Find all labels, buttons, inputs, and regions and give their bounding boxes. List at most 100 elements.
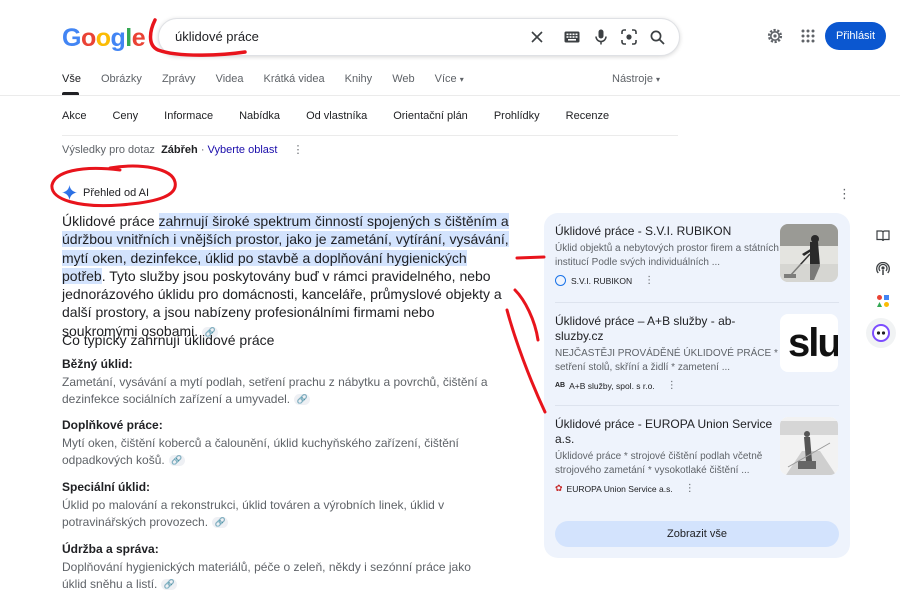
tools-button[interactable]: Nástroje ▾ (612, 73, 660, 85)
annotation-line-source2 (513, 288, 540, 342)
tab-books[interactable]: Knihy (345, 73, 373, 85)
source-site-name: A+B služby, spol. s r.o. (569, 380, 655, 391)
caret-down-icon: ▾ (459, 75, 464, 84)
section-title: Co typicky zahrnují úklidové práce (62, 332, 275, 348)
source-title[interactable]: Úklidové práce - S.V.I. RUBIKON (555, 224, 780, 239)
source-card[interactable]: Úklidové práce - EUROPA Union Service a.… (555, 417, 780, 494)
site-favicon-icon: AB (555, 382, 566, 389)
sources-panel: Úklidové práce - S.V.I. RUBIKON Úklid ob… (544, 213, 850, 558)
list-item: Údržba a správa: Doplňování hygienických… (62, 542, 492, 593)
more-options-icon[interactable]: ⋮ (644, 275, 654, 286)
source-link-icon[interactable]: 🔗 (168, 455, 185, 467)
search-tabs: Vše Obrázky Zprávy Videa Krátká videa Kn… (62, 73, 484, 85)
ai-overview-text: Úklidové práce zahrnují široké spektrum … (62, 212, 512, 340)
tab-more-label: Více (434, 73, 457, 85)
item-title: Údržba a správa: (62, 542, 159, 556)
source-link-icon[interactable]: 🔗 (212, 517, 229, 529)
source-divider (555, 405, 839, 406)
book-icon[interactable] (870, 223, 896, 249)
chip-prohlidky[interactable]: Prohlídky (494, 110, 540, 122)
list-item: Doplňkové práce: Mytí oken, čištění kobe… (62, 418, 492, 469)
settings-gear-icon[interactable] (765, 26, 785, 46)
lens-icon[interactable] (620, 28, 638, 46)
list-item: Speciální úklid: Úklid po malování a rek… (62, 480, 492, 531)
location-prefix: Výsledky pro dotaz (62, 144, 155, 156)
more-options-icon[interactable]: ⋮ (293, 144, 304, 156)
source-description: Úklid objektů a nebytových prostor firem… (555, 243, 779, 268)
chip-informace[interactable]: Informace (164, 110, 213, 122)
source-card[interactable]: Úklidové práce – A+B služby - ab-sluzby.… (555, 314, 780, 391)
choose-area-link[interactable]: Vyberte oblast (208, 144, 278, 156)
shapes-icon[interactable] (870, 288, 896, 314)
podcast-icon[interactable] (870, 256, 896, 282)
tab-all[interactable]: Vše (62, 73, 81, 85)
ai-more-icon[interactable]: ⋮ (838, 186, 851, 202)
item-text: Doplňování hygienických materiálů, péče … (62, 560, 471, 591)
tab-news[interactable]: Zprávy (162, 73, 196, 85)
tab-images[interactable]: Obrázky (101, 73, 142, 85)
microphone-icon[interactable] (592, 28, 610, 46)
list-item: Běžný úklid: Zametání, vysávání a mytí p… (62, 357, 492, 408)
sign-in-button[interactable]: Přihlásit (825, 22, 886, 50)
source-link-icon[interactable]: 🔗 (294, 394, 311, 406)
source-thumbnail[interactable]: slu (780, 314, 838, 372)
location-separator: · (200, 144, 205, 156)
ai-overview-title: Přehled od AI (83, 186, 150, 199)
annotation-dash-source (515, 255, 546, 260)
source-title[interactable]: Úklidové práce – A+B služby - ab-sluzby.… (555, 314, 780, 344)
logo-letter: o (95, 24, 111, 52)
source-site-name: EUROPA Union Service a.s. (566, 483, 673, 494)
source-link-icon[interactable]: 🔗 (161, 579, 178, 591)
source-thumbnail[interactable] (780, 224, 838, 282)
chip-ceny[interactable]: Ceny (112, 110, 138, 122)
google-logo[interactable]: Google (62, 24, 146, 53)
tab-web[interactable]: Web (392, 73, 414, 85)
tab-videos[interactable]: Videa (216, 73, 244, 85)
more-options-icon[interactable]: ⋮ (667, 380, 677, 391)
item-text: Zametání, vysávání a mytí podlah, setřen… (62, 375, 488, 406)
thumbnail-text: slu (788, 320, 838, 365)
clear-icon[interactable] (528, 28, 546, 46)
tools-label: Nástroje (612, 73, 653, 85)
logo-letter: o (80, 24, 96, 52)
tab-more[interactable]: Více ▾ (435, 73, 464, 85)
source-thumbnail[interactable] (780, 417, 838, 475)
header-divider (0, 95, 900, 96)
source-site: S.V.I. RUBIKON ⋮ (555, 275, 780, 286)
chip-akce[interactable]: Akce (62, 110, 86, 122)
logo-letter: e (131, 24, 146, 52)
item-text: Mytí oken, čištění koberců a čalounění, … (62, 436, 459, 467)
item-text: Úklid po malování a rekonstrukci, úklid … (62, 498, 445, 529)
show-all-button[interactable]: Zobrazit vše (555, 521, 839, 547)
chip-recenze[interactable]: Recenze (566, 110, 609, 122)
apps-grid-icon[interactable] (798, 26, 818, 46)
search-input[interactable]: úklidové práce (175, 29, 259, 44)
chips-divider (62, 135, 678, 136)
tab-short-videos[interactable]: Krátká videa (264, 73, 325, 85)
ai-overview-header: Přehled od AI (62, 185, 149, 200)
chip-nabidka[interactable]: Nabídka (239, 110, 280, 122)
source-title[interactable]: Úklidové práce - EUROPA Union Service a.… (555, 417, 780, 447)
site-favicon-icon: ✿ (555, 483, 563, 493)
source-card[interactable]: Úklidové práce - S.V.I. RUBIKON Úklid ob… (555, 224, 780, 286)
source-site: ✿ EUROPA Union Service a.s. ⋮ (555, 483, 780, 494)
logo-letter: G (62, 24, 81, 52)
annotation-line-source3 (505, 308, 547, 414)
item-title: Speciální úklid: (62, 480, 151, 494)
ai-intro-rest: . Tyto služby jsou poskytovány buď v rám… (62, 267, 502, 339)
assistant-avatar-icon[interactable] (866, 318, 896, 348)
item-title: Běžný úklid: (62, 357, 133, 371)
search-box[interactable]: úklidové práce (158, 18, 680, 56)
source-description: Úklidové práce * strojové čištění podlah… (555, 451, 763, 476)
location-place: Zábřeh (161, 144, 198, 156)
keyboard-icon[interactable] (563, 28, 581, 46)
logo-letter: g (110, 24, 126, 52)
chip-od-vlastnika[interactable]: Od vlastníka (306, 110, 367, 122)
source-description: NEJČASTĚJI PROVÁDĚNÉ ÚKLIDOVÉ PRÁCE * se… (555, 348, 778, 373)
source-site: AB A+B služby, spol. s r.o. ⋮ (555, 380, 780, 391)
search-icon[interactable] (648, 28, 666, 46)
site-favicon-icon (555, 275, 566, 286)
source-divider (555, 302, 839, 303)
chip-orientacni-plan[interactable]: Orientační plán (393, 110, 468, 122)
more-options-icon[interactable]: ⋮ (685, 483, 695, 494)
